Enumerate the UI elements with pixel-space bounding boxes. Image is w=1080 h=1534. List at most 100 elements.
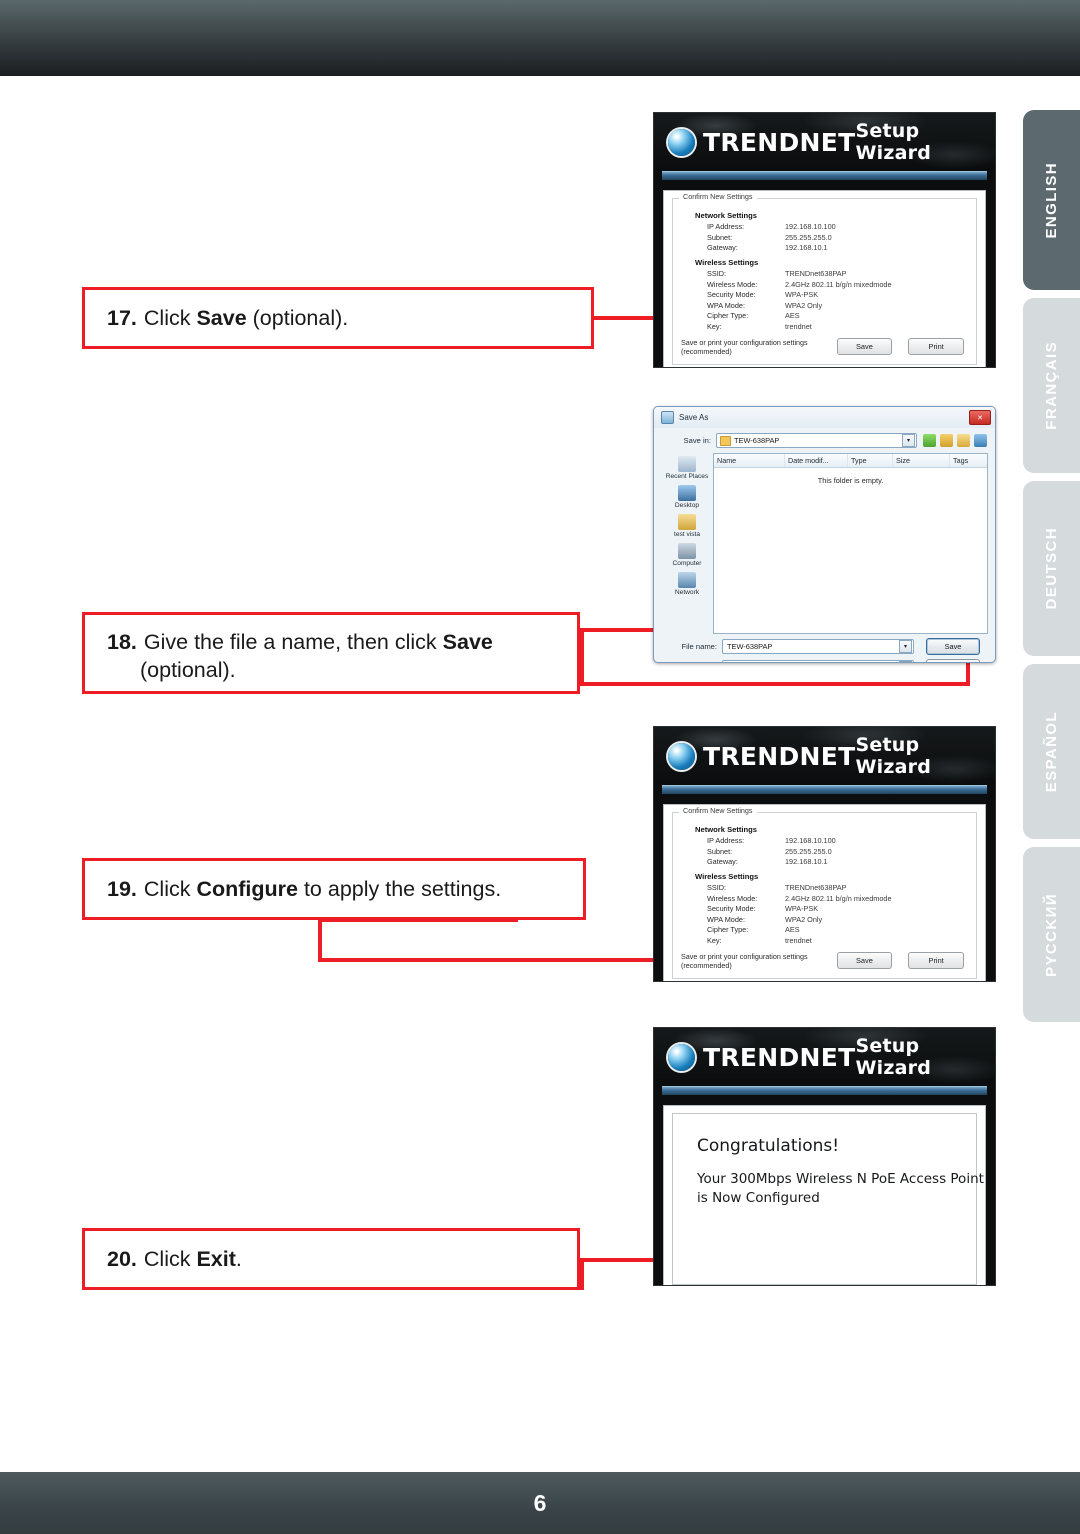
- language-tab-deutsch-label: DEUTSCH: [1043, 527, 1060, 610]
- setup-wizard-window-3: TRENDNET Setup Wizard Congratulations! Y…: [653, 1027, 996, 1286]
- language-tab-russian[interactable]: PYCCKИЙ: [1023, 847, 1080, 1022]
- print-button-2[interactable]: Print: [908, 952, 965, 969]
- trendnet-logo-icon: [668, 1043, 695, 1071]
- table-row: Security Mode: WPA-PSK: [707, 904, 968, 913]
- save-button-2[interactable]: Save: [836, 952, 893, 969]
- table-row: WPA Mode: WPA2 Only: [707, 301, 968, 310]
- file-list-header: Name Date modif... Type Size Tags: [714, 454, 987, 468]
- step-19-pre: Click: [143, 876, 197, 901]
- key-label-1: Key:: [707, 321, 722, 331]
- security-mode-label-1: Security Mode:: [707, 290, 756, 299]
- step-19-post: to apply the settings.: [297, 876, 502, 901]
- views-icon[interactable]: [974, 434, 987, 447]
- language-tab-espanol[interactable]: ESPAÑOL: [1023, 664, 1080, 839]
- column-header-type[interactable]: Type: [848, 454, 893, 467]
- network-settings-heading-1: Network Settings: [695, 211, 758, 220]
- sidebar-item-label: Recent Places: [665, 473, 709, 480]
- wpa-mode-label-2: WPA Mode:: [707, 914, 745, 924]
- gateway-label-2: Gateway:: [707, 857, 738, 866]
- sidebar-item-network[interactable]: Network: [661, 572, 713, 596]
- up-folder-icon[interactable]: [940, 434, 953, 447]
- column-header-name[interactable]: Name: [714, 454, 785, 467]
- gateway-value-1: 192.168.10.1: [785, 243, 828, 252]
- file-list-pane[interactable]: Name Date modif... Type Size Tags This f…: [713, 453, 988, 634]
- setup-wizard-window-2: TRENDNET Setup Wizard Confirm New Settin…: [653, 726, 996, 982]
- back-icon[interactable]: [923, 434, 936, 447]
- save-in-combobox[interactable]: TEW-638PAP ▾: [716, 433, 917, 448]
- computer-icon: [678, 543, 696, 559]
- save-as-places-sidebar: Recent Places Desktop test vista Compute…: [661, 452, 713, 634]
- ssid-label-1: SSID:: [707, 269, 727, 278]
- gateway-value-2: 192.168.10.1: [785, 857, 828, 866]
- language-tab-francais[interactable]: FRANÇAIS: [1023, 298, 1080, 473]
- page-top-band: [0, 0, 1080, 76]
- wizard-body-2: Confirm New Settings Network Settings IP…: [663, 804, 986, 981]
- save-print-row-2: Save or print your configuration setting…: [681, 952, 968, 970]
- confirm-settings-legend-2: Confirm New Settings: [679, 806, 757, 815]
- save-as-title-label: Save As: [679, 413, 709, 422]
- step-18-pre: Give the file a name, then click: [143, 630, 443, 654]
- key-value-1: trendnet: [785, 321, 812, 331]
- ssid-label-2: SSID:: [707, 883, 727, 892]
- save-in-label: Save in:: [683, 436, 711, 445]
- language-tab-deutsch[interactable]: DEUTSCH: [1023, 481, 1080, 656]
- language-tab-strip: ENGLISH FRANÇAIS DEUTSCH ESPAÑOL PYCCKИЙ: [1023, 110, 1080, 1030]
- connector-line-19-top: [318, 918, 518, 922]
- wizard-title-1: Setup Wizard: [855, 120, 932, 164]
- recent-places-icon: [678, 456, 696, 472]
- wizard-title-3: Setup Wizard: [855, 1035, 932, 1079]
- language-tab-espanol-label: ESPAÑOL: [1043, 710, 1060, 793]
- congratulations-panel: Congratulations! Your 300Mbps Wireless N…: [672, 1113, 984, 1285]
- key-label-2: Key:: [707, 935, 722, 945]
- chevron-down-icon[interactable]: ▾: [902, 434, 915, 447]
- column-header-size[interactable]: Size: [893, 454, 950, 467]
- congratulations-heading: Congratulations!: [697, 1136, 840, 1156]
- confirm-settings-fieldset-2: Confirm New Settings Network Settings IP…: [672, 806, 977, 979]
- wizard-progress-rule-3: [662, 1086, 987, 1095]
- connector-line-19-vertical: [318, 918, 322, 962]
- gateway-label-1: Gateway:: [707, 243, 738, 252]
- file-name-value: TEW-638PAP: [727, 642, 773, 651]
- step-18-bold: Save: [442, 630, 493, 654]
- connector-line-18-vertical: [580, 628, 584, 686]
- wireless-settings-heading-2: Wireless Settings: [695, 872, 759, 881]
- save-as-dialog: Save As ✕ Save in: TEW-638PAP ▾ Recent P…: [653, 406, 996, 663]
- wizard-header-1: TRENDNET Setup Wizard: [654, 113, 995, 171]
- wireless-mode-label-2: Wireless Mode:: [707, 893, 758, 903]
- sidebar-item-desktop[interactable]: Desktop: [661, 485, 713, 509]
- language-tab-english[interactable]: ENGLISH: [1023, 110, 1080, 290]
- step-20-post: .: [235, 1246, 242, 1271]
- sidebar-item-test-vista[interactable]: test vista: [661, 514, 713, 538]
- wpa-mode-label-1: WPA Mode:: [707, 300, 745, 310]
- cipher-type-label-1: Cipher Type:: [707, 311, 749, 320]
- table-row: WPA Mode: WPA2 Only: [707, 915, 968, 924]
- table-row: Security Mode: WPA-PSK: [707, 290, 968, 299]
- chevron-down-icon[interactable]: ▾: [899, 640, 912, 653]
- sidebar-item-computer[interactable]: Computer: [661, 543, 713, 567]
- save-as-main: Save in: TEW-638PAP ▾ Recent Places Desk…: [654, 428, 995, 634]
- trendnet-brand-label-2: TRENDNET: [703, 741, 856, 771]
- ip-address-value-2: 192.168.10.100: [785, 836, 836, 845]
- trendnet-brand-3: TRENDNET: [654, 1043, 856, 1072]
- close-icon[interactable]: ✕: [969, 410, 991, 425]
- sidebar-item-recent-places[interactable]: Recent Places: [661, 456, 713, 480]
- column-header-date-modified[interactable]: Date modif...: [785, 454, 848, 467]
- subnet-label-2: Subnet:: [707, 846, 733, 856]
- file-name-input[interactable]: TEW-638PAP ▾: [722, 639, 914, 654]
- connector-line-18-bottom: [580, 682, 970, 686]
- save-button-1[interactable]: Save: [836, 338, 893, 355]
- wizard-title-2: Setup Wizard: [855, 734, 932, 778]
- wizard-header-3: TRENDNET Setup Wizard: [654, 1028, 995, 1086]
- chevron-down-icon[interactable]: ▾: [899, 661, 912, 662]
- save-as-type-select[interactable]: Text File(*.txt) ▾: [722, 660, 914, 662]
- save-button-dialog[interactable]: Save: [926, 638, 980, 655]
- cancel-button-dialog[interactable]: Cancel: [926, 659, 980, 662]
- sidebar-item-label: Network: [674, 589, 700, 596]
- trendnet-logo-icon: [668, 742, 695, 770]
- print-button-1[interactable]: Print: [908, 338, 965, 355]
- column-header-tags[interactable]: Tags: [950, 454, 987, 467]
- sidebar-item-label: test vista: [673, 531, 701, 538]
- save-as-bottom: File name: TEW-638PAP ▾ Save Save as typ…: [654, 634, 995, 662]
- sidebar-item-label: Computer: [672, 560, 702, 567]
- new-folder-icon[interactable]: [957, 434, 970, 447]
